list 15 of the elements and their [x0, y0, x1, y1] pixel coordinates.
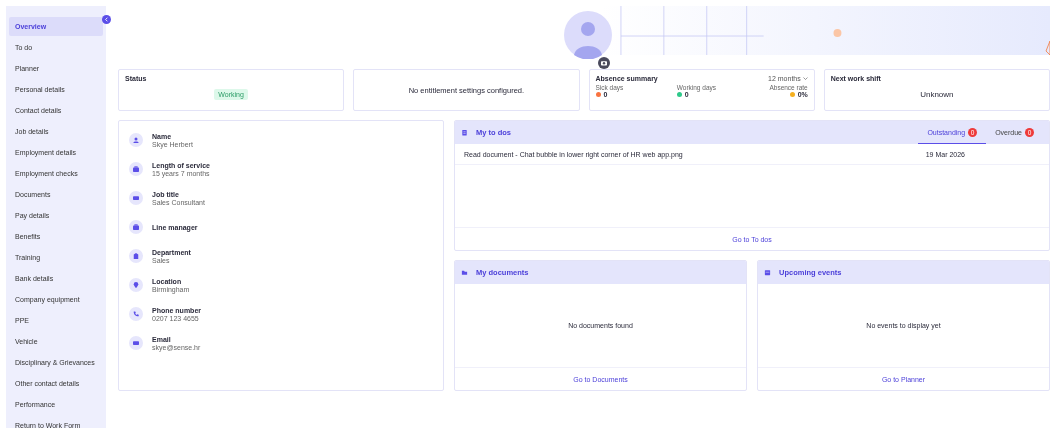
phone-icon — [129, 307, 143, 321]
collapse-icon[interactable] — [102, 15, 111, 24]
shift-value: Unknown — [920, 90, 954, 99]
clipboard-icon — [461, 129, 468, 136]
camera-icon[interactable] — [598, 57, 610, 69]
card-icon — [129, 191, 143, 205]
pin-icon — [129, 278, 143, 292]
briefcase-icon — [129, 162, 143, 176]
chevron-icon — [802, 77, 808, 80]
calendar-icon — [764, 269, 771, 276]
mail-icon — [129, 336, 143, 350]
person-icon — [129, 133, 143, 147]
briefcase-icon — [129, 220, 143, 234]
folder-icon — [461, 269, 468, 276]
avatar-icon — [564, 11, 612, 59]
